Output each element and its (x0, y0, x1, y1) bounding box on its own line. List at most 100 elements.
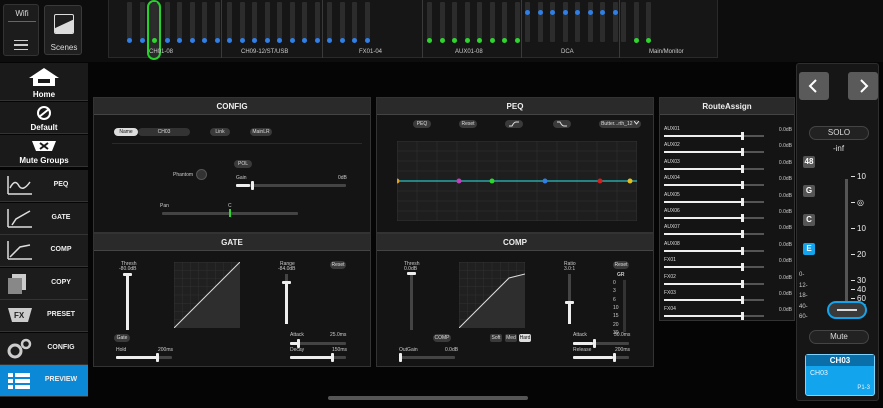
route-send-slider[interactable] (664, 132, 764, 140)
comp-ratio-knob[interactable] (565, 301, 574, 304)
route-item[interactable]: AUX06 0.0dB (664, 208, 792, 224)
route-item[interactable]: AUX03 0.0dB (664, 159, 792, 175)
route-send-knob[interactable] (741, 197, 744, 206)
overview-group-label[interactable]: CH01-08 (149, 49, 173, 55)
med-knee-button[interactable]: Med (505, 334, 517, 342)
nav-item-comp[interactable]: COMP (0, 235, 88, 267)
overview-group-label[interactable]: FX01-04 (359, 49, 382, 55)
overview-fader[interactable] (489, 2, 495, 42)
outgain-slider[interactable] (399, 356, 455, 359)
link-button[interactable]: Link (210, 128, 230, 136)
route-send-slider[interactable] (664, 230, 764, 239)
gate-hold-slider[interactable] (116, 356, 172, 359)
route-item[interactable]: AUX05 0.0dB (664, 192, 792, 208)
route-send-knob[interactable] (741, 296, 744, 304)
high-shelf-button[interactable] (553, 120, 571, 128)
route-item[interactable]: AUX02 0.0dB (664, 142, 792, 158)
pan-knob[interactable] (229, 209, 231, 217)
overview-fader[interactable] (502, 2, 507, 42)
route-item[interactable]: FX04 0.0dB (664, 306, 792, 322)
route-send-slider[interactable] (664, 296, 764, 304)
overview-group-label[interactable]: Main/Monitor (649, 49, 684, 55)
comp-thresh-slider[interactable] (410, 274, 413, 330)
overview-fader[interactable] (302, 2, 307, 42)
route-send-slider[interactable] (664, 214, 764, 222)
overview-fader[interactable] (202, 2, 207, 42)
channel-name-field[interactable]: CH03 (138, 128, 190, 136)
overview-fader[interactable] (562, 2, 568, 42)
phantom-48-button[interactable]: 48 (803, 156, 815, 168)
overview-fader[interactable] (633, 2, 639, 42)
overview-fader[interactable] (164, 2, 170, 42)
gate-thresh-knob[interactable] (123, 273, 132, 276)
comp-toggle[interactable]: COMP (433, 334, 451, 342)
route-send-slider[interactable] (664, 246, 764, 255)
nav-item-preset[interactable]: FX PRESET (0, 300, 88, 332)
route-send-slider[interactable] (664, 164, 764, 173)
route-send-slider[interactable] (664, 197, 764, 206)
overview-fader[interactable] (264, 2, 270, 42)
overview-group-label[interactable]: CH09-12/ST/USB (241, 49, 288, 55)
overview-fader[interactable] (514, 2, 520, 42)
channel-overview-strip[interactable]: CH01-08 CH09-12/ST/USB FX01-04 AUX01-08 DCA M… (108, 0, 718, 60)
route-send-slider[interactable] (664, 312, 764, 321)
comp-release-knob[interactable] (613, 353, 616, 362)
overview-fader[interactable] (127, 2, 132, 42)
nav-item-peq[interactable]: PEQ (0, 170, 88, 202)
overview-fader[interactable] (525, 2, 530, 42)
gate-thresh-slider[interactable] (126, 274, 129, 330)
route-item[interactable]: FX02 0.0dB (664, 274, 792, 290)
gate-reset-button[interactable]: Reset (330, 261, 346, 269)
gate-range-knob[interactable] (282, 281, 291, 284)
route-send-slider[interactable] (664, 279, 764, 288)
route-send-knob[interactable] (741, 279, 744, 288)
comp-ratio-slider[interactable] (568, 274, 571, 324)
route-item[interactable]: AUX04 0.0dB (664, 175, 792, 191)
route-item[interactable]: AUX08 0.0dB (664, 241, 792, 257)
route-send-knob[interactable] (741, 148, 744, 157)
overview-fader[interactable] (612, 2, 618, 42)
nav-item-preview[interactable]: PREVIEW (0, 365, 88, 397)
overview-fader[interactable] (139, 2, 145, 42)
previous-channel-button[interactable] (799, 72, 829, 100)
comp-reset-button[interactable]: Reset (613, 261, 629, 269)
default-button[interactable]: Default (0, 102, 88, 134)
overview-fader[interactable] (239, 2, 245, 42)
route-send-knob[interactable] (741, 132, 744, 140)
soft-knee-button[interactable]: Soft (490, 334, 502, 342)
gain-knob[interactable] (251, 181, 254, 190)
route-send-knob[interactable] (741, 246, 744, 255)
filter-type-select[interactable]: Butter...rth_12 (599, 120, 641, 128)
overview-fader[interactable] (439, 2, 445, 42)
overview-fader[interactable] (327, 2, 332, 42)
main-lr-button[interactable]: MainLR (250, 128, 272, 136)
gate-button[interactable]: G (803, 185, 815, 197)
nav-item-config[interactable]: CONFIG (0, 332, 88, 365)
route-send-slider[interactable] (664, 181, 764, 190)
peq-toggle[interactable]: PEQ (413, 120, 431, 128)
mute-groups-button[interactable]: Mute Groups (0, 135, 88, 167)
route-send-knob[interactable] (741, 263, 744, 272)
peq-band-handle[interactable] (597, 178, 603, 184)
overview-group-label[interactable]: AUX01-08 (455, 49, 483, 55)
peq-band-handle[interactable] (489, 178, 495, 184)
peq-graph[interactable] (397, 141, 637, 221)
gate-toggle[interactable]: Gate (114, 334, 130, 342)
comp-thresh-knob[interactable] (407, 272, 416, 275)
overview-fader[interactable] (227, 2, 232, 42)
overview-fader[interactable] (189, 2, 195, 42)
overview-fader[interactable] (364, 2, 370, 42)
next-channel-button[interactable] (848, 72, 878, 100)
comp-attack-knob[interactable] (593, 339, 596, 348)
overview-fader[interactable] (289, 2, 295, 42)
eq-button[interactable]: E (803, 243, 815, 255)
overview-fader[interactable] (575, 2, 580, 42)
outgain-knob[interactable] (399, 353, 402, 362)
scenes-button[interactable]: Scenes (44, 5, 82, 55)
overview-fader[interactable] (646, 2, 651, 42)
hamburger-menu-icon[interactable] (14, 40, 28, 50)
solo-button[interactable]: SOLO (809, 126, 869, 140)
overview-fader[interactable] (550, 2, 555, 42)
comp-button[interactable]: C (803, 214, 815, 226)
route-item[interactable]: AUX01 0.0dB (664, 126, 792, 142)
